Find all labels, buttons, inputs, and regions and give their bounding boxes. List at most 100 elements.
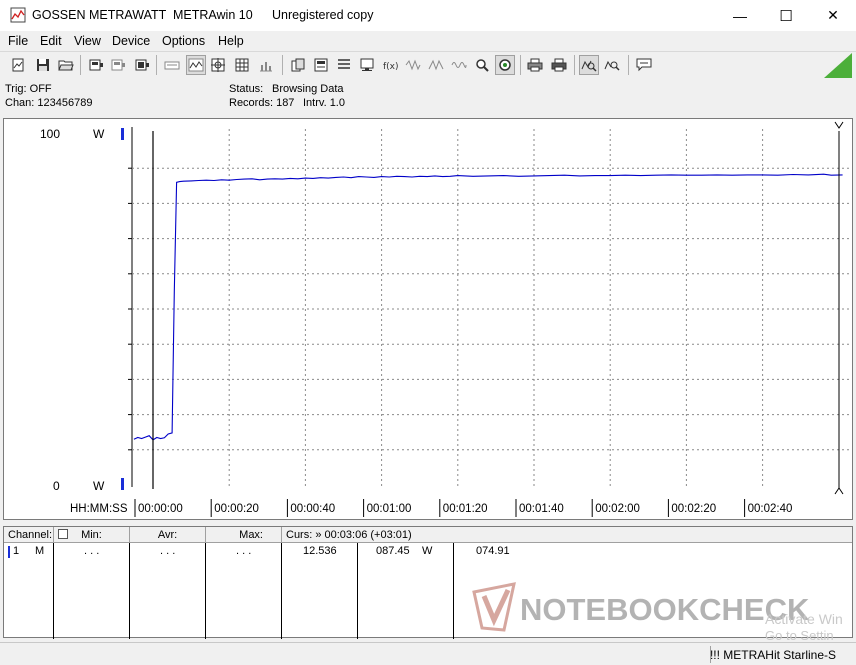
row-channel-mode: M [35, 545, 45, 557]
zoom-settings-button[interactable] [472, 55, 492, 75]
print-preview-button[interactable] [525, 55, 545, 75]
column-divider [357, 543, 358, 639]
x-tick-label: 00:00:40 [290, 503, 335, 515]
device-read-button[interactable] [132, 55, 152, 75]
device-read-icon [135, 59, 149, 71]
svg-text:f(x): f(x) [383, 62, 398, 72]
menu-bar: File Edit View Device Options Help [0, 31, 856, 51]
row-avr: . . . [160, 545, 176, 557]
crosshair-grid-icon [211, 58, 225, 72]
header-cursor-label: Curs: » 00:03:06 (+03:01) [286, 529, 412, 541]
open-file-button[interactable] [8, 55, 28, 75]
records-count: Records: 187 [229, 97, 295, 109]
zoom-out-icon [604, 60, 620, 71]
speech-bubble-icon [636, 58, 652, 72]
x-tick-label: 00:01:00 [367, 503, 412, 515]
table-icon [235, 58, 249, 72]
wave-button[interactable] [449, 55, 469, 75]
y-axis-max-label: 100 [40, 127, 60, 141]
export-button[interactable] [311, 55, 331, 75]
bar-view-button[interactable] [256, 55, 276, 75]
menu-device[interactable]: Device [112, 34, 150, 48]
y-axis-top-marker [121, 128, 124, 140]
zoom-chart-button[interactable] [579, 55, 599, 75]
maximize-button[interactable]: ☐ [763, 0, 809, 31]
row-channel-number[interactable]: 1 [13, 545, 19, 557]
list-button[interactable] [334, 55, 354, 75]
y-axis-unit-top: W [93, 127, 105, 141]
cursor-bottom-handle-icon[interactable] [834, 487, 844, 495]
toolbar-separator [574, 55, 575, 75]
chart-frame: 100 W 0 W HH:MM:SS 00:00:00 00:00:20 00:00… [3, 118, 853, 520]
peak-icon [428, 59, 444, 71]
peak-button[interactable] [426, 55, 446, 75]
info-bar: Trig: OFF Chan: 123456789 Status: Browsi… [0, 79, 856, 115]
menu-options[interactable]: Options [162, 34, 205, 48]
menu-help[interactable]: Help [218, 34, 244, 48]
device-button[interactable] [86, 55, 106, 75]
tick-layer: 00:00:00 00:00:20 00:00:40 00:01:00 00:01:20… [128, 167, 792, 517]
header-avr: Avr: [130, 527, 206, 543]
header-channel: Channel: [4, 527, 54, 543]
header-cursor: Curs: » 00:03:06 (+03:01) [282, 527, 852, 543]
comment-button[interactable] [634, 55, 654, 75]
wave-icon [451, 62, 467, 68]
row-cursor-value-1: 12.536 [303, 545, 337, 557]
app-title: METRAwin 10 [173, 8, 253, 22]
save-button[interactable] [33, 55, 53, 75]
power-series-line [133, 173, 843, 441]
auto-scale-button[interactable] [495, 55, 515, 75]
signal-button[interactable] [403, 55, 423, 75]
row-cursor-value-2: 087.45 [376, 545, 410, 557]
app-icon [10, 7, 26, 23]
list-icon [338, 59, 350, 69]
toolbar-separator [628, 55, 629, 75]
floppy-disk-icon [37, 59, 49, 71]
table-grid-button[interactable] [232, 55, 252, 75]
activate-windows-notice: Activate Win [765, 611, 843, 627]
x-tick-label: 00:00:20 [214, 503, 259, 515]
row-cursor-value-3: 074.91 [476, 545, 510, 557]
row-max: . . . [236, 545, 252, 557]
menu-edit[interactable]: Edit [40, 34, 62, 48]
export-icon [314, 58, 328, 72]
keyboard-icon [164, 61, 180, 70]
trigger-status: Trig: OFF [5, 83, 52, 95]
x-tick-label: 00:01:40 [519, 503, 564, 515]
monitor-button[interactable] [357, 55, 377, 75]
column-divider [281, 543, 282, 639]
table-view-button[interactable] [162, 55, 182, 75]
chart-view-button[interactable] [186, 55, 206, 75]
close-button[interactable]: ✕ [810, 0, 856, 31]
header-channel-label: Channel: [8, 529, 53, 541]
vendor-title: GOSSEN METRAWATT [32, 8, 167, 22]
toolbar-separator [80, 55, 81, 75]
function-icon: f(x) [383, 62, 398, 72]
license-title: Unregistered copy [272, 8, 374, 22]
column-divider [205, 543, 206, 639]
copy-button[interactable] [288, 55, 308, 75]
magnifier-gear-icon [476, 59, 489, 72]
power-chart: 100 W 0 W HH:MM:SS 00:00:00 00:00:20 00:00… [40, 121, 850, 517]
cursor-top-handle-icon[interactable] [834, 121, 844, 129]
zoom-chart-icon [581, 60, 597, 72]
select-all-checkbox[interactable] [58, 529, 68, 539]
green-triangle-icon [824, 53, 852, 78]
menu-view[interactable]: View [74, 34, 101, 48]
menu-file[interactable]: File [8, 34, 28, 48]
minimize-button[interactable]: — [717, 0, 763, 31]
device-config-button[interactable] [108, 55, 128, 75]
minimize-icon: — [733, 7, 747, 24]
device-config-icon [111, 59, 125, 71]
open-folder-button[interactable] [56, 55, 76, 75]
printer-icon [551, 58, 567, 72]
title-bar: GOSSEN METRAWATT METRAwin 10 Unregistere… [0, 0, 856, 31]
device-icon [89, 59, 103, 71]
zoom-reset-button[interactable] [602, 55, 622, 75]
function-button[interactable]: f(x) [380, 55, 400, 75]
bar-chart-icon [260, 62, 272, 72]
printer-icon [527, 58, 543, 72]
print-button[interactable] [549, 55, 569, 75]
signal-icon [405, 59, 421, 71]
grid-button[interactable] [208, 55, 228, 75]
